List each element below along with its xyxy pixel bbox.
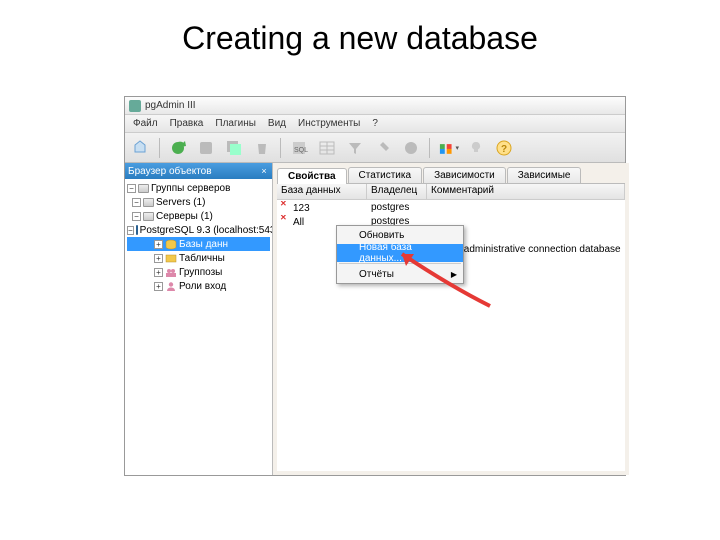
expand-icon[interactable]: + — [154, 254, 163, 263]
tree-login-roles[interactable]: + Роли вход — [127, 279, 270, 293]
slide-title: Creating a new database — [0, 0, 720, 69]
window-title: pgAdmin III — [145, 100, 196, 111]
tree-databases[interactable]: + Базы данн — [127, 237, 270, 251]
col-owner[interactable]: Владелец — [367, 184, 427, 199]
collapse-icon[interactable]: − — [132, 198, 141, 207]
cm-new-database[interactable]: Новая база данных... — [337, 244, 463, 262]
menu-plugins[interactable]: Плагины — [209, 118, 262, 129]
tree-pg-instance[interactable]: − PostgreSQL 9.3 (localhost:5433) — [127, 223, 270, 237]
expand-icon[interactable]: + — [154, 268, 163, 277]
group-roles-icon — [165, 267, 177, 278]
tab-dependents[interactable]: Зависимые — [507, 167, 582, 183]
cm-reports-label: Отчёты — [359, 269, 394, 280]
cell-owner: postgres — [367, 202, 427, 213]
tree-label: PostgreSQL 9.3 (localhost:5433) — [140, 225, 272, 236]
tree-group-roles[interactable]: + Группозы — [127, 265, 270, 279]
tree-label: Группы серверов — [151, 183, 230, 194]
titlebar: pgAdmin III — [125, 97, 625, 115]
cell-name: All — [293, 217, 304, 228]
svg-text:?: ? — [501, 144, 507, 155]
tree-label: Базы данн — [179, 239, 228, 250]
app-icon — [129, 100, 141, 112]
context-menu: Обновить Новая база данных... Отчёты ▶ — [336, 225, 464, 284]
login-roles-icon — [165, 281, 177, 292]
tree-servers[interactable]: − Servers (1) — [127, 195, 270, 209]
object-browser-header: Браузер объектов × — [125, 163, 272, 179]
toolbar: SQL ▾ ? — [125, 133, 625, 163]
tb-delete-icon[interactable] — [250, 136, 274, 160]
db-disconnected-icon — [281, 215, 291, 225]
col-database[interactable]: База данных — [277, 184, 367, 199]
menubar: Файл Правка Плагины Вид Инструменты ? — [125, 115, 625, 133]
tb-props-icon[interactable] — [194, 136, 218, 160]
object-browser-panel: Браузер объектов × − Группы серверов − S… — [125, 163, 273, 475]
menu-edit[interactable]: Правка — [164, 118, 210, 129]
tb-maintain-icon[interactable] — [371, 136, 395, 160]
tb-execute-icon[interactable] — [399, 136, 423, 160]
tree-label: Серверы (1) — [156, 211, 213, 222]
tree-label: Роли вход — [179, 281, 226, 292]
pgadmin-window: pgAdmin III Файл Правка Плагины Вид Инст… — [124, 96, 626, 476]
tablespace-icon — [165, 253, 177, 264]
menu-tools[interactable]: Инструменты — [292, 118, 366, 129]
table-row[interactable]: 123 postgres — [277, 200, 625, 214]
tree-tablespaces[interactable]: + Табличны — [127, 251, 270, 265]
object-tree[interactable]: − Группы серверов − Servers (1) − Сервер… — [125, 179, 272, 475]
tb-help-icon[interactable]: ? — [492, 136, 516, 160]
menu-view[interactable]: Вид — [262, 118, 292, 129]
tree-label: Servers (1) — [156, 197, 205, 208]
tb-filter-icon[interactable] — [343, 136, 367, 160]
cell-name: 123 — [293, 203, 310, 214]
menu-help[interactable]: ? — [366, 118, 384, 129]
tree-label: Табличны — [179, 253, 225, 264]
tab-properties[interactable]: Свойства — [277, 168, 347, 184]
main-pane: Свойства Статистика Зависимости Зависимы… — [273, 163, 629, 475]
collapse-icon[interactable]: − — [127, 226, 134, 235]
expand-icon[interactable]: + — [154, 282, 163, 291]
tab-bar: Свойства Статистика Зависимости Зависимы… — [273, 163, 629, 183]
tree-server-groups[interactable]: − Группы серверов — [127, 181, 270, 195]
postgres-icon — [136, 225, 138, 235]
tab-statistics[interactable]: Статистика — [348, 167, 423, 183]
tb-new-icon[interactable] — [222, 136, 246, 160]
tb-table-icon[interactable] — [315, 136, 339, 160]
tree-servers-2[interactable]: − Серверы (1) — [127, 209, 270, 223]
databases-icon — [165, 239, 177, 250]
tb-plugin-icon[interactable]: ▾ — [436, 136, 460, 160]
submenu-arrow-icon: ▶ — [451, 270, 457, 279]
cm-reports[interactable]: Отчёты ▶ — [337, 265, 463, 283]
server-icon — [143, 198, 154, 207]
menu-file[interactable]: Файл — [127, 118, 164, 129]
tb-connect-icon[interactable] — [129, 136, 153, 160]
tree-label: Группозы — [179, 267, 222, 278]
tab-dependencies[interactable]: Зависимости — [423, 167, 506, 183]
db-disconnected-icon — [281, 201, 291, 211]
collapse-icon[interactable]: − — [132, 212, 141, 221]
svg-text:SQL: SQL — [294, 147, 308, 154]
server-group-icon — [138, 184, 149, 193]
tb-sql-icon[interactable]: SQL — [287, 136, 311, 160]
tb-hint-icon[interactable] — [464, 136, 488, 160]
collapse-icon[interactable]: − — [127, 184, 136, 193]
col-comment[interactable]: Комментарий — [427, 184, 625, 199]
expand-icon[interactable]: + — [154, 240, 163, 249]
grid-header: База данных Владелец Комментарий — [277, 184, 625, 200]
close-icon[interactable]: × — [259, 166, 269, 176]
server-icon — [143, 212, 154, 221]
object-browser-title: Браузер объектов — [128, 166, 212, 177]
tb-refresh-icon[interactable] — [166, 136, 190, 160]
